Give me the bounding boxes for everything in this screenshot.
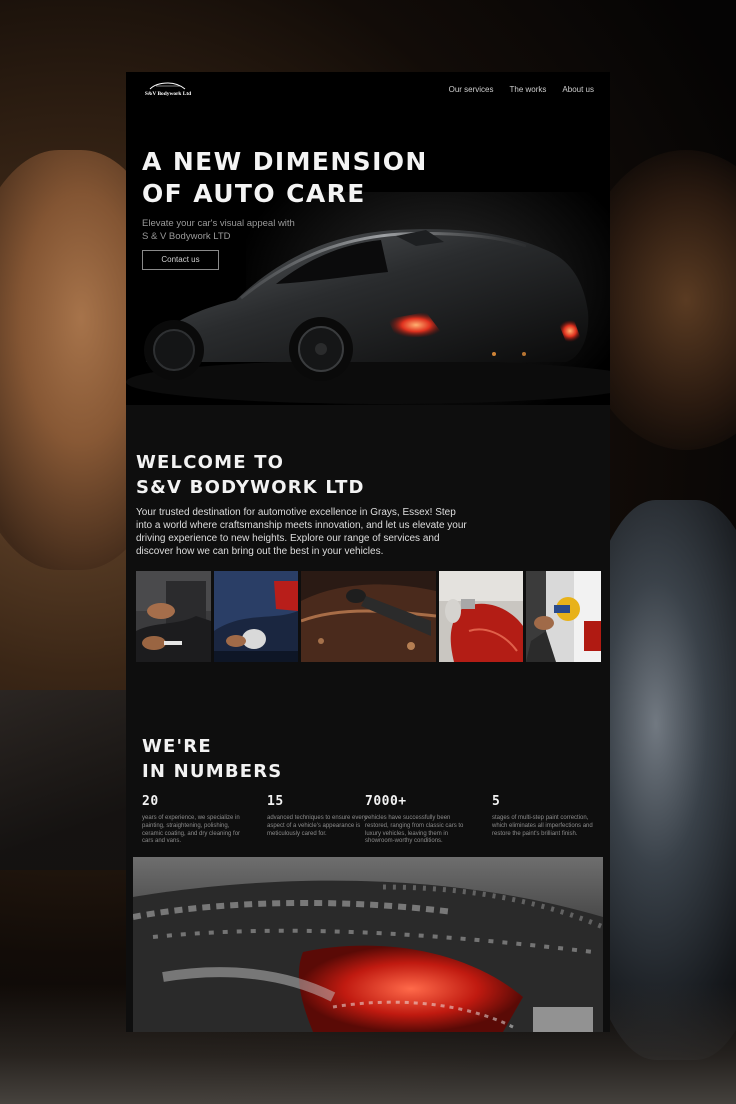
- stat-value: 7000+: [365, 794, 407, 809]
- stat-value: 15: [267, 794, 284, 809]
- gallery-photo-detailing[interactable]: [301, 571, 436, 662]
- stat-value: 20: [142, 794, 159, 809]
- services-gallery: [136, 571, 601, 662]
- car-wash-photo: [133, 857, 603, 1032]
- stat-stages: 5 stages of multi-step paint correction,…: [492, 794, 596, 838]
- brand-logo[interactable]: S&V Bodywork Ltd: [144, 80, 192, 100]
- stats-row: 20 years of experience, we specialize in…: [142, 794, 602, 854]
- website-page: S&V Bodywork Ltd Our services The works …: [126, 72, 610, 1032]
- hero-title: A NEW DIMENSION OF AUTO CARE: [142, 146, 428, 210]
- numbers-title-line2: IN NUMBERS: [142, 761, 283, 782]
- gallery-photo-interior[interactable]: [136, 571, 211, 662]
- brand-logo-text: S&V Bodywork Ltd: [144, 91, 192, 97]
- nav-link-the-works[interactable]: The works: [510, 85, 547, 94]
- gallery-photo-interior-image: [136, 571, 211, 662]
- nav-link-about-us[interactable]: About us: [562, 85, 594, 94]
- gallery-photo-spray-painting-image: [439, 571, 523, 662]
- stat-vehicles: 7000+ vehicles have successfully been re…: [365, 794, 469, 846]
- gallery-photo-buffing-image: [526, 571, 601, 662]
- gallery-photo-buffing[interactable]: [526, 571, 601, 662]
- car-wash-image: [133, 857, 603, 1032]
- hero-title-line2: OF AUTO CARE: [142, 179, 366, 208]
- gallery-photo-polishing-image: [214, 571, 298, 662]
- stat-experience: 20 years of experience, we specialize in…: [142, 794, 246, 846]
- welcome-title: WELCOME TO S&V BODYWORK LTD: [136, 450, 365, 500]
- stat-description: vehicles have successfully been restored…: [365, 815, 464, 845]
- stat-value: 5: [492, 794, 501, 809]
- numbers-title-line1: WE'RE: [142, 736, 212, 757]
- hero-title-line1: A NEW DIMENSION: [142, 147, 428, 176]
- stat-description: advanced techniques to ensure every aspe…: [267, 815, 367, 837]
- numbers-title: WE'RE IN NUMBERS: [142, 734, 282, 784]
- nav-link-our-services[interactable]: Our services: [449, 85, 494, 94]
- hero-section: S&V Bodywork Ltd Our services The works …: [126, 72, 610, 405]
- hero-subtitle: Elevate your car's visual appeal with S …: [142, 218, 295, 242]
- nav-links: Our services The works About us: [449, 85, 594, 94]
- welcome-title-line2: S&V BODYWORK LTD: [136, 477, 365, 498]
- contact-us-button[interactable]: Contact us: [142, 250, 219, 270]
- welcome-body: Your trusted destination for automotive …: [136, 507, 467, 557]
- gallery-photo-detailing-image: [301, 571, 436, 662]
- welcome-title-line1: WELCOME TO: [136, 452, 285, 473]
- gallery-photo-spray-painting[interactable]: [439, 571, 523, 662]
- gallery-photo-polishing[interactable]: [214, 571, 298, 662]
- stat-description: stages of multi-step paint correction, w…: [492, 815, 593, 837]
- top-nav: S&V Bodywork Ltd Our services The works …: [126, 72, 610, 108]
- stat-techniques: 15 advanced techniques to ensure every a…: [267, 794, 371, 838]
- stat-description: years of experience, we specialize in pa…: [142, 815, 241, 845]
